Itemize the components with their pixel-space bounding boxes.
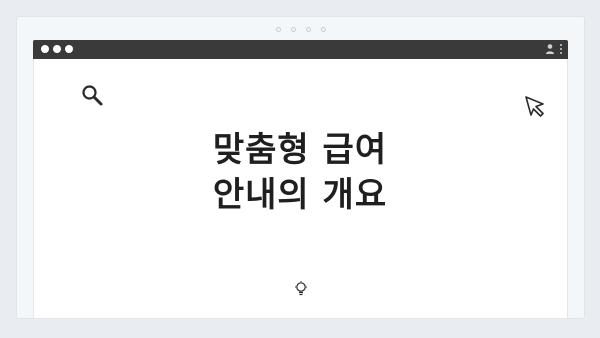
kebab-dot	[559, 44, 562, 46]
titlebar-actions	[545, 43, 562, 55]
carousel-indicator[interactable]	[17, 25, 584, 35]
maximize-dot[interactable]	[65, 45, 73, 53]
kebab-dot	[559, 52, 562, 54]
title-line-1: 맞춤형 급여	[212, 130, 388, 170]
minimize-dot[interactable]	[53, 45, 61, 53]
search-icon	[82, 85, 103, 106]
carousel-dot[interactable]	[275, 27, 281, 32]
kebab-dot	[559, 48, 562, 50]
window-titlebar	[33, 40, 568, 59]
kebab-menu-icon[interactable]	[559, 43, 562, 55]
title-line-2: 안내의 개요	[212, 175, 388, 215]
lightbulb-icon	[295, 281, 307, 296]
window-controls	[41, 45, 73, 53]
close-dot[interactable]	[41, 45, 49, 53]
cursor-icon	[525, 96, 544, 117]
profile-icon[interactable]	[545, 43, 555, 55]
carousel-dot[interactable]	[320, 27, 326, 32]
carousel-dot[interactable]	[305, 27, 311, 32]
carousel-dot[interactable]	[290, 27, 296, 32]
page-title: 맞춤형 급여 안내의 개요	[150, 128, 450, 218]
